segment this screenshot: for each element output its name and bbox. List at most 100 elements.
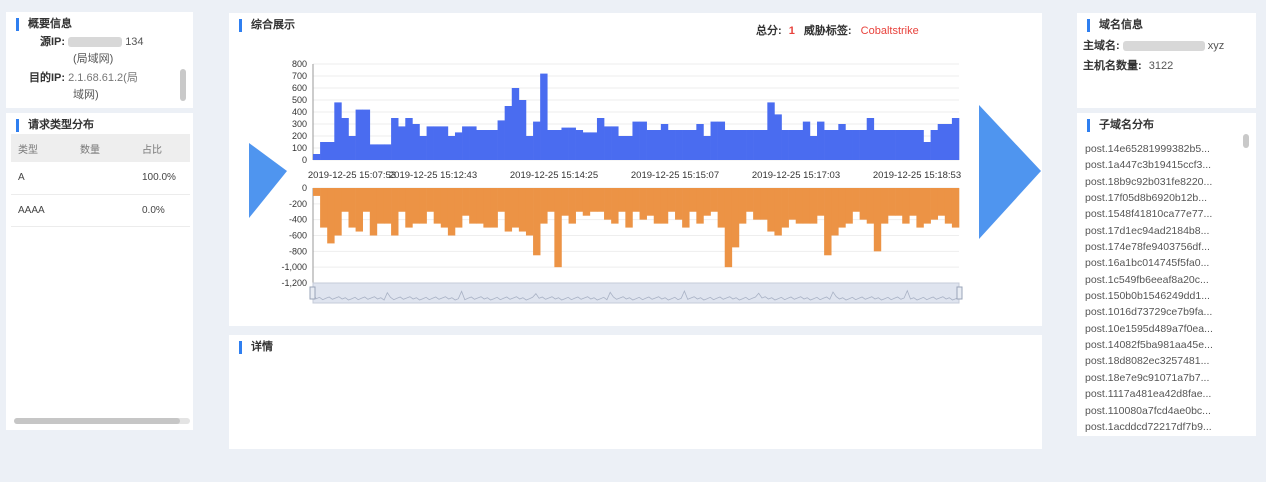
bottom-bar[interactable] <box>817 188 825 216</box>
top-bar[interactable] <box>951 118 960 160</box>
top-bar[interactable] <box>909 130 917 160</box>
bottom-bar[interactable] <box>653 188 662 224</box>
top-bar[interactable] <box>525 136 534 160</box>
bottom-bar[interactable] <box>667 188 676 212</box>
top-bar[interactable] <box>611 126 619 160</box>
bottom-bar[interactable] <box>533 188 541 256</box>
bottom-bar[interactable] <box>873 188 882 252</box>
bottom-bar[interactable] <box>753 188 761 220</box>
bottom-bar[interactable] <box>703 188 711 216</box>
top-bar[interactable] <box>916 130 924 160</box>
top-bar[interactable] <box>511 88 520 160</box>
top-bar[interactable] <box>533 121 541 160</box>
top-bar[interactable] <box>888 130 896 160</box>
bottom-bar[interactable] <box>568 188 576 224</box>
bottom-bar[interactable] <box>689 188 697 212</box>
bottom-bar[interactable] <box>497 188 505 212</box>
bottom-bar[interactable] <box>483 188 491 228</box>
bottom-bar[interactable] <box>923 188 931 224</box>
bottom-bar[interactable] <box>469 188 477 224</box>
bottom-bar[interactable] <box>604 188 612 220</box>
bottom-bar[interactable] <box>334 188 342 236</box>
bottom-bar[interactable] <box>660 188 669 224</box>
top-bar[interactable] <box>795 130 804 160</box>
bottom-bar[interactable] <box>320 188 328 228</box>
bottom-bar[interactable] <box>738 188 747 224</box>
bottom-bar[interactable] <box>781 188 789 228</box>
zoom-handle-left[interactable] <box>309 286 316 300</box>
bottom-bar[interactable] <box>490 188 498 228</box>
top-bar[interactable] <box>859 130 868 160</box>
top-bar[interactable] <box>895 130 903 160</box>
bottom-bar[interactable] <box>454 188 463 228</box>
subdomain-item[interactable]: post.16a1bc014745f5fa0... <box>1085 255 1235 271</box>
subdomain-item[interactable]: post.1117a481ea42d8fae... <box>1085 386 1235 402</box>
top-bar[interactable] <box>561 127 569 160</box>
top-bar[interactable] <box>653 130 662 160</box>
bottom-bar[interactable] <box>731 188 740 248</box>
bottom-bar[interactable] <box>838 188 846 228</box>
top-bar[interactable] <box>362 109 371 160</box>
top-bar[interactable] <box>646 130 655 160</box>
bottom-bar[interactable] <box>462 188 470 216</box>
top-bar[interactable] <box>369 144 378 160</box>
request-type-hscrollbar[interactable] <box>14 418 190 424</box>
top-bar[interactable] <box>824 130 832 160</box>
subdomain-item[interactable]: post.14082f5ba981aa45e... <box>1085 337 1235 353</box>
bottom-bar[interactable] <box>852 188 860 212</box>
top-bar[interactable] <box>447 136 456 160</box>
top-bar[interactable] <box>547 130 555 160</box>
top-bar[interactable] <box>845 130 853 160</box>
top-bar[interactable] <box>412 124 420 160</box>
bottom-bar[interactable] <box>412 188 420 224</box>
top-bar[interactable] <box>717 121 726 160</box>
top-bar[interactable] <box>518 100 527 160</box>
bottom-bar[interactable] <box>717 188 726 228</box>
bottom-bar[interactable] <box>696 188 704 224</box>
top-bar[interactable] <box>731 130 740 160</box>
top-bar[interactable] <box>589 132 598 160</box>
bottom-bar[interactable] <box>788 188 797 220</box>
bottom-bar[interactable] <box>909 188 917 216</box>
top-bar[interactable] <box>809 136 818 160</box>
bottom-bar[interactable] <box>504 188 513 232</box>
bottom-bar[interactable] <box>582 188 591 216</box>
bottom-bar[interactable] <box>341 188 349 212</box>
top-bar[interactable] <box>334 102 342 160</box>
top-bar[interactable] <box>469 126 477 160</box>
column-header-type[interactable]: 类型 <box>11 134 73 162</box>
subdomain-item[interactable]: post.17d1ec94ad2184b8... <box>1085 223 1235 239</box>
top-bar[interactable] <box>320 142 328 160</box>
top-bar[interactable] <box>540 73 548 160</box>
top-bar[interactable] <box>391 118 399 160</box>
overview-scrollbar[interactable] <box>180 69 186 101</box>
bottom-bar[interactable] <box>802 188 811 224</box>
top-bar[interactable] <box>660 124 669 160</box>
bottom-bar[interactable] <box>518 188 527 232</box>
top-bar[interactable] <box>618 136 626 160</box>
top-bar[interactable] <box>376 144 385 160</box>
top-bar[interactable] <box>405 118 413 160</box>
bottom-bar[interactable] <box>767 188 775 232</box>
subdomain-item[interactable]: post.18e7e9c91071a7b7... <box>1085 370 1235 386</box>
column-header-ratio[interactable]: 占比 <box>135 134 190 162</box>
top-bar[interactable] <box>327 142 335 160</box>
bottom-bar[interactable] <box>916 188 924 228</box>
top-bar[interactable] <box>632 121 640 160</box>
subdomain-item[interactable]: post.1016d73729ce7b9fa... <box>1085 304 1235 320</box>
bottom-bar[interactable] <box>575 188 584 212</box>
bottom-bar[interactable] <box>611 188 619 224</box>
column-header-count[interactable]: 数量 <box>73 134 135 162</box>
top-bar[interactable] <box>582 132 591 160</box>
top-bar[interactable] <box>710 121 718 160</box>
subdomain-item[interactable]: post.150b0b1546249dd1... <box>1085 288 1235 304</box>
subdomain-item[interactable]: post.17f05d8b6920b12b... <box>1085 190 1235 206</box>
bottom-bar[interactable] <box>433 188 442 224</box>
overview-chart[interactable]: 0 100 200 300 400 500 600 700 800 2019-12-25 15:… <box>229 13 1042 326</box>
top-bar[interactable] <box>760 130 768 160</box>
top-bar[interactable] <box>788 130 797 160</box>
top-bar[interactable] <box>454 132 463 160</box>
top-bar[interactable] <box>419 136 427 160</box>
top-bar[interactable] <box>696 124 704 160</box>
bottom-bar[interactable] <box>398 188 406 212</box>
